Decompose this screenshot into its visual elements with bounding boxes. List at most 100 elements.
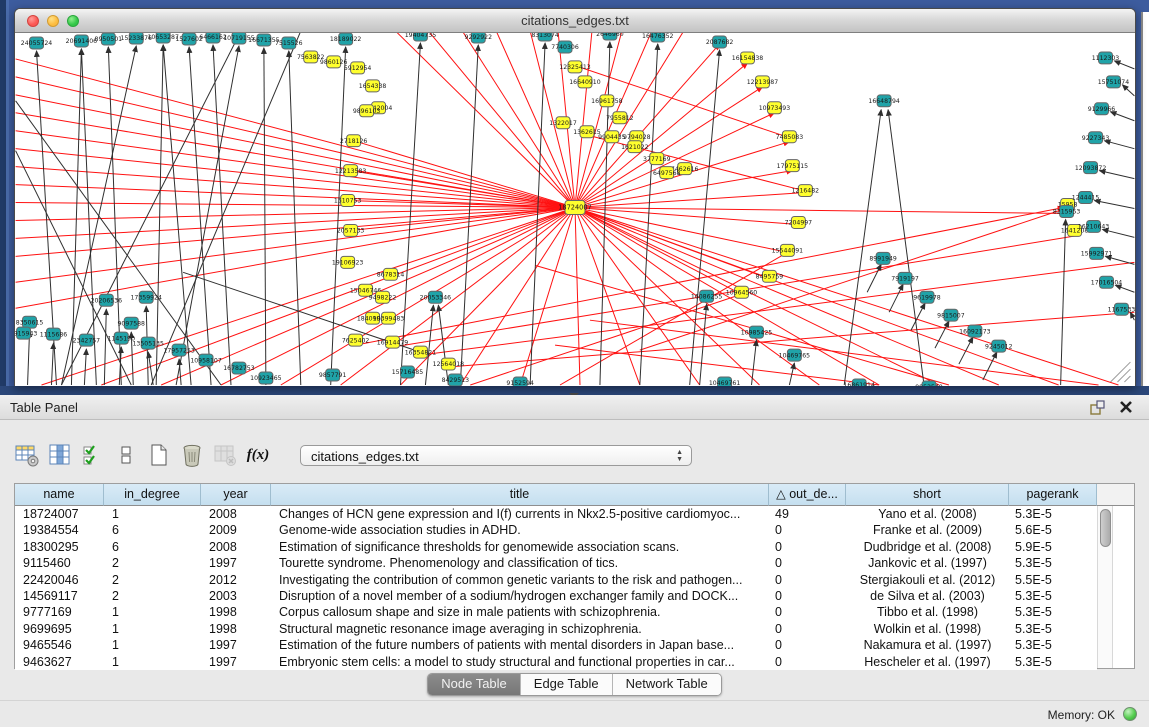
cell[interactable]: Estimation of the future numbers of pati… <box>271 637 769 653</box>
cell[interactable]: 1998 <box>201 604 271 620</box>
column-header-pagerank[interactable]: pagerank <box>1009 484 1097 506</box>
network-edge[interactable] <box>104 309 106 385</box>
table-row[interactable]: 2242004622012Investigating the contribut… <box>15 572 1097 588</box>
close-panel-button[interactable] <box>1118 399 1135 416</box>
window-titlebar[interactable]: citations_edges.txt <box>15 9 1135 33</box>
cell[interactable]: 9465546 <box>15 637 104 653</box>
cell[interactable]: 5.3E-5 <box>1009 588 1097 604</box>
cell[interactable]: 49 <box>769 506 846 522</box>
network-edge[interactable] <box>163 45 191 385</box>
table-row[interactable]: 977716911998Corpus callosum shape and si… <box>15 604 1097 620</box>
network-canvas[interactable]: 2405572420691406895050115233876106532871… <box>15 33 1135 386</box>
network-edge[interactable] <box>888 110 924 385</box>
network-edge[interactable] <box>530 43 545 385</box>
resize-grip[interactable] <box>1110 362 1130 382</box>
cell[interactable]: Genome-wide association studies in ADHD. <box>271 522 769 538</box>
table-row[interactable]: 946554611997Estimation of the future num… <box>15 637 1097 653</box>
network-edge[interactable] <box>983 352 997 380</box>
create-column-button[interactable] <box>146 441 172 469</box>
network-edge[interactable] <box>289 51 301 385</box>
cell[interactable]: 18724007 <box>15 506 104 522</box>
cell[interactable]: 19384554 <box>15 522 104 538</box>
cell[interactable]: Tourette syndrome. Phenomenology and cla… <box>271 555 769 571</box>
cell[interactable]: 14569117 <box>15 588 104 604</box>
network-edge[interactable] <box>911 303 925 330</box>
cell[interactable]: Investigating the contribution of common… <box>271 572 769 588</box>
cell[interactable]: 2 <box>104 572 201 588</box>
delete-table-button[interactable] <box>212 441 238 469</box>
cell[interactable]: 6 <box>104 522 201 538</box>
network-edge[interactable] <box>575 33 592 208</box>
cell[interactable]: 0 <box>769 637 846 653</box>
cell[interactable]: 9777169 <box>15 604 104 620</box>
cell[interactable]: 0 <box>769 621 846 637</box>
cell[interactable]: 5.5E-5 <box>1009 572 1097 588</box>
cell[interactable]: Dudbridge et al. (2008) <box>846 539 1009 555</box>
network-edge[interactable] <box>535 265 949 385</box>
scrollbar-thumb[interactable] <box>1100 509 1111 547</box>
cell[interactable]: Yano et al. (2008) <box>846 506 1009 522</box>
cell[interactable]: 0 <box>769 522 846 538</box>
network-edge[interactable] <box>213 45 231 385</box>
network-edge[interactable] <box>156 45 163 385</box>
network-edge[interactable] <box>51 343 53 385</box>
network-edge[interactable] <box>331 47 346 385</box>
cell[interactable]: 0 <box>769 539 846 555</box>
network-edge[interactable] <box>575 193 805 208</box>
cell[interactable]: 1 <box>104 506 201 522</box>
network-edge[interactable] <box>575 208 580 385</box>
network-edge[interactable] <box>959 337 973 364</box>
cell[interactable]: 2012 <box>201 572 271 588</box>
network-edge[interactable] <box>264 48 266 385</box>
network-edge[interactable] <box>1122 85 1134 96</box>
cell[interactable]: 1997 <box>201 555 271 571</box>
delete-columns-button[interactable] <box>179 441 205 469</box>
cell[interactable]: 2 <box>104 588 201 604</box>
table-row[interactable]: 911546021997Tourette syndrome. Phenomeno… <box>15 555 1097 571</box>
cell[interactable]: 2009 <box>201 522 271 538</box>
network-edge[interactable] <box>700 304 707 385</box>
network-edge[interactable] <box>752 340 757 385</box>
cell[interactable]: 0 <box>769 555 846 571</box>
cell[interactable]: Tibbo et al. (1998) <box>846 604 1009 620</box>
table-selector-dropdown[interactable]: citations_edges.txt ▲▼ <box>300 445 692 466</box>
cell[interactable]: 2 <box>104 555 201 571</box>
network-edge[interactable] <box>400 43 420 385</box>
cell[interactable]: 1 <box>104 637 201 653</box>
table-row[interactable]: 1872400712008Changes of HCN gene express… <box>15 506 1097 522</box>
network-edge[interactable] <box>575 113 774 208</box>
cell[interactable]: 1998 <box>201 621 271 637</box>
float-panel-button[interactable] <box>1089 399 1106 416</box>
cell[interactable]: 9463627 <box>15 654 104 670</box>
network-edge[interactable] <box>151 33 301 385</box>
network-edge[interactable] <box>575 208 742 295</box>
cell[interactable]: 1 <box>104 621 201 637</box>
cell[interactable]: Estimation of significance thresholds fo… <box>271 539 769 555</box>
cell[interactable]: Franke et al. (2009) <box>846 522 1009 538</box>
cell[interactable]: 5.3E-5 <box>1009 637 1097 653</box>
cell[interactable]: 6 <box>104 539 201 555</box>
table-row[interactable]: 1830029562008Estimation of significance … <box>15 539 1097 555</box>
network-edge[interactable] <box>590 320 1099 385</box>
column-header-in_degree[interactable]: in_degree <box>104 484 201 506</box>
column-header-title[interactable]: title <box>271 484 769 506</box>
column-header-short[interactable]: short <box>846 484 1009 506</box>
network-edge[interactable] <box>16 95 575 208</box>
cell[interactable]: 5.3E-5 <box>1009 506 1097 522</box>
cell[interactable]: 5.3E-5 <box>1009 621 1097 637</box>
network-edge[interactable] <box>84 349 86 385</box>
cell[interactable]: 9699695 <box>15 621 104 637</box>
network-edge[interactable] <box>42 208 575 385</box>
cell[interactable]: Changes of HCN gene expression and I(f) … <box>271 506 769 522</box>
tab-network-table[interactable]: Network Table <box>613 674 721 695</box>
network-edge[interactable] <box>16 59 575 208</box>
cell[interactable]: 5.3E-5 <box>1009 604 1097 620</box>
network-edge[interactable] <box>844 110 881 385</box>
cell[interactable]: Nakamura et al. (1997) <box>846 637 1009 653</box>
table-row[interactable]: 1938455462009Genome-wide association stu… <box>15 522 1097 538</box>
deselect-all-rows-button[interactable] <box>113 441 139 469</box>
vertical-scrollbar[interactable] <box>1097 506 1113 668</box>
cell[interactable]: 1 <box>104 604 201 620</box>
table-row[interactable]: 969969511998Structural magnetic resonanc… <box>15 621 1097 637</box>
cell[interactable]: Wolkin et al. (1998) <box>846 621 1009 637</box>
